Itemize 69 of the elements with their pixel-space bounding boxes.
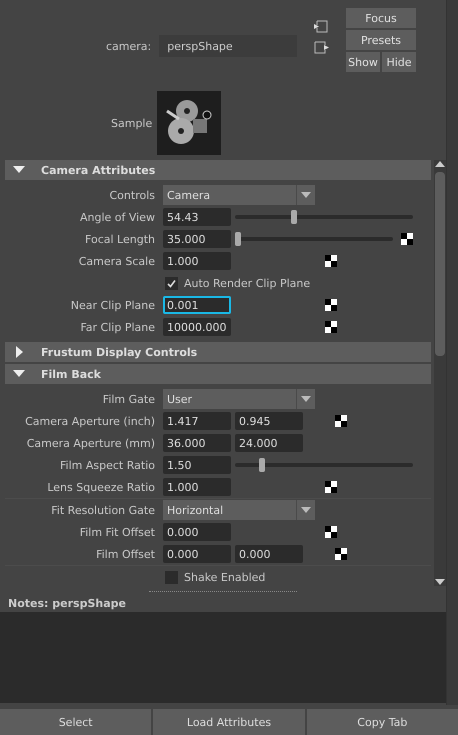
checker-map-icon[interactable] — [335, 548, 347, 560]
camera-name-field[interactable]: perspShape — [159, 35, 298, 57]
slider-track[interactable] — [235, 230, 393, 248]
field-label: Focal Length — [84, 232, 155, 246]
dropdown[interactable]: User — [163, 389, 315, 409]
panel-button[interactable]: Presets — [346, 30, 416, 50]
checker-map-icon[interactable] — [335, 415, 347, 427]
bottom-button[interactable]: Copy Tab — [306, 709, 458, 735]
bottom-button[interactable]: Load Attributes — [153, 709, 305, 735]
sample-label: Sample — [111, 116, 152, 130]
dropdown[interactable]: Horizontal — [163, 500, 315, 520]
number-field[interactable]: 0.000 — [163, 545, 231, 563]
slider-thumb[interactable] — [290, 210, 297, 224]
panel-button[interactable]: Show — [346, 52, 380, 72]
bottom-button[interactable]: Select — [0, 709, 152, 735]
checker-map-icon[interactable] — [325, 255, 337, 267]
number-field[interactable]: 24.000 — [235, 434, 303, 452]
field-label: Camera Scale — [78, 254, 155, 268]
dropdown[interactable]: Camera — [163, 185, 315, 205]
checker-map-icon[interactable] — [325, 481, 337, 493]
number-field[interactable]: 35.000 — [163, 230, 231, 248]
field-label: Film Offset — [95, 548, 155, 560]
field-label: Near Clip Plane — [70, 298, 155, 312]
checkbox-label: Shake Enabled — [184, 570, 266, 584]
slider-thumb[interactable] — [258, 458, 265, 472]
section-header[interactable]: Film Back — [5, 364, 431, 384]
caret-icon — [301, 507, 311, 513]
notes-field[interactable] — [0, 612, 446, 703]
number-field[interactable]: 1.000 — [163, 252, 231, 270]
output-connection-icon[interactable] — [314, 41, 330, 54]
field-label: Film Fit Offset — [78, 526, 155, 538]
number-field[interactable]: 1.000 — [163, 478, 231, 496]
scrollbar[interactable] — [434, 160, 446, 586]
field-label: Camera Aperture (mm) — [26, 436, 155, 450]
checker-map-icon[interactable] — [325, 321, 337, 333]
number-field[interactable]: 0.001 — [163, 296, 231, 314]
number-field[interactable]: 0.000 — [235, 545, 303, 563]
field-label: Camera Aperture (inch) — [24, 414, 155, 428]
number-field[interactable]: 0.945 — [235, 412, 303, 430]
slider-track[interactable] — [235, 208, 413, 226]
checker-map-icon[interactable] — [325, 299, 337, 311]
number-field[interactable]: 1.417 — [163, 412, 231, 430]
section-header[interactable]: Camera Attributes — [5, 160, 431, 180]
section-header[interactable]: Frustum Display Controls — [5, 342, 431, 362]
panel-button[interactable]: Focus — [346, 8, 416, 28]
field-label: Film Gate — [102, 392, 155, 406]
number-field[interactable]: 10000.000 — [163, 318, 231, 336]
caret-icon — [301, 192, 311, 198]
slider-thumb[interactable] — [235, 232, 242, 246]
number-field[interactable]: 54.43 — [163, 208, 231, 226]
number-field[interactable]: 36.000 — [163, 434, 231, 452]
checkbox-label: Auto Render Clip Plane — [184, 276, 310, 290]
number-field[interactable]: 1.50 — [163, 456, 231, 474]
number-field[interactable]: 0.000 — [163, 523, 231, 541]
input-connection-icon[interactable] — [314, 20, 328, 33]
field-label: Angle of View — [78, 210, 155, 224]
checker-map-icon[interactable] — [401, 233, 413, 245]
caret-icon — [301, 396, 311, 402]
field-label: Fit Resolution Gate — [50, 504, 155, 516]
collapsed-triangle-icon[interactable] — [13, 346, 25, 358]
slider-track[interactable] — [235, 456, 413, 474]
field-label: Controls — [108, 188, 155, 202]
camera-label: camera: — [106, 40, 152, 52]
notes-label: Notes: perspShape — [7, 596, 127, 610]
panel-button[interactable]: Hide — [382, 52, 416, 72]
checker-map-icon[interactable] — [325, 526, 337, 538]
field-label: Lens Squeeze Ratio — [46, 480, 155, 494]
field-label: Far Clip Plane — [79, 320, 155, 334]
field-label: Film Aspect Ratio — [59, 458, 155, 472]
